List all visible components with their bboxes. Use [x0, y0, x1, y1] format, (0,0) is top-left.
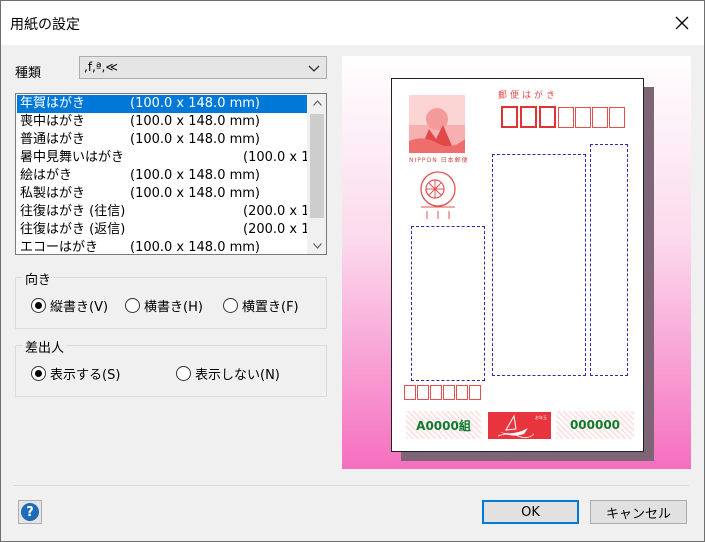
radio-dot — [125, 297, 140, 313]
sender-field — [411, 226, 485, 381]
radio-horizontal-writing[interactable]: 横書き(H) — [125, 296, 203, 315]
kind-label: 種類 — [15, 66, 42, 81]
recipient-name-field — [492, 154, 586, 376]
close-button[interactable] — [663, 7, 701, 39]
kind-dropdown-value: ,f,ª,≪ — [84, 60, 118, 74]
address-field — [590, 144, 628, 376]
sender-zip-box — [417, 385, 429, 400]
radio-dot — [31, 365, 46, 381]
zip-box — [592, 107, 608, 128]
radio-landscape[interactable]: 横置き(F) — [223, 296, 299, 315]
ok-button[interactable]: OK — [482, 500, 579, 524]
zip-box — [520, 106, 537, 128]
lottery-emblem-label: お年玉 — [535, 415, 547, 420]
sender-zip-box — [430, 385, 442, 400]
postmark-icon — [420, 171, 456, 219]
zip-box — [558, 107, 574, 128]
chevron-down-icon — [312, 242, 322, 249]
list-item[interactable]: 喪中はがき (100.0 x 148.0 mm) — [17, 113, 307, 131]
chevron-down-icon — [308, 65, 320, 72]
lottery-number: 000000 — [556, 411, 634, 439]
kind-dropdown[interactable]: ,f,ª,≪ — [79, 56, 327, 79]
scroll-down-button[interactable] — [308, 237, 326, 254]
paper-settings-dialog: 用紙の設定 種類 ,f,ª,≪ 年賀はがき (100.0 x 148.0 mm) … — [0, 0, 705, 542]
list-item[interactable]: 普通はがき (100.0 x 148.0 mm) — [17, 131, 307, 149]
dialog-title: 用紙の設定 — [10, 17, 80, 33]
paper-type-list[interactable]: 年賀はがき (100.0 x 148.0 mm) 喪中はがき (100.0 x 14… — [15, 93, 327, 255]
stamp-caption: NIPPON 日本郵便 — [409, 157, 469, 164]
help-icon: ? — [21, 503, 39, 521]
list-item[interactable]: 絵はがき (100.0 x 148.0 mm) — [17, 167, 307, 185]
footer-separator — [13, 485, 689, 486]
postcard-header-text: 郵便はがき — [498, 91, 559, 101]
cancel-button[interactable]: キャンセル — [590, 500, 687, 524]
scrollbar-thumb[interactable] — [310, 114, 324, 218]
sender-zip-box — [404, 385, 416, 400]
zip-box — [575, 107, 591, 128]
list-scrollbar[interactable] — [307, 94, 326, 254]
title-bar: 用紙の設定 — [1, 1, 704, 45]
sender-zip-box — [469, 385, 481, 400]
list-item[interactable]: 往復はがき (往信) (200.0 x 1 — [17, 203, 307, 221]
close-icon — [675, 16, 689, 30]
sender-zip-box — [443, 385, 455, 400]
zip-box — [539, 106, 556, 128]
list-item[interactable]: エコーはがき (100.0 x 148.0 mm) — [17, 239, 307, 254]
radio-dot — [223, 297, 238, 313]
chevron-up-icon — [312, 99, 322, 106]
scroll-up-button[interactable] — [308, 94, 326, 111]
orientation-group-title: 向き — [23, 269, 54, 288]
boat-icon — [497, 414, 534, 438]
list-item[interactable]: 年賀はがき (100.0 x 148.0 mm) — [17, 95, 307, 113]
radio-vertical-writing[interactable]: 縦書き(V) — [31, 296, 108, 315]
list-item[interactable]: 私製はがき (100.0 x 148.0 mm) — [17, 185, 307, 203]
list-item[interactable]: 往復はがき (返信) (200.0 x 1 — [17, 221, 307, 239]
radio-dot — [31, 297, 46, 313]
radio-dot — [176, 365, 191, 381]
list-item[interactable]: 暑中見舞いはがき (100.0 x 1 — [17, 149, 307, 167]
zip-box — [501, 106, 518, 128]
help-button[interactable]: ? — [18, 500, 42, 524]
lottery-group-number: A0000組 — [406, 411, 481, 439]
sender-zip-box — [456, 385, 468, 400]
lottery-emblem: お年玉 — [488, 412, 551, 439]
sender-group-title: 差出人 — [23, 337, 67, 356]
zip-box — [609, 107, 625, 128]
radio-show-sender[interactable]: 表示する(S) — [31, 364, 120, 383]
radio-hide-sender[interactable]: 表示しない(N) — [176, 364, 280, 383]
